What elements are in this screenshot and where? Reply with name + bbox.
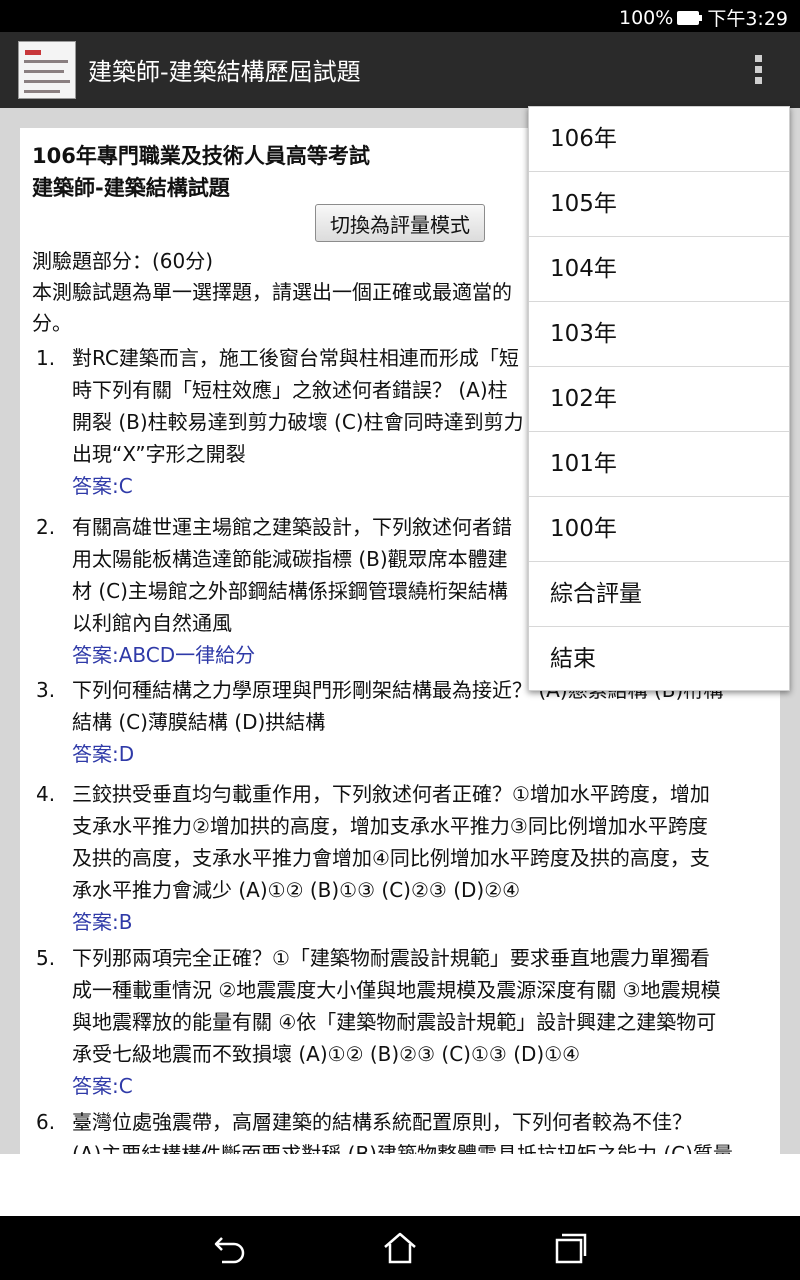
question-body: 三鉸拱受垂直均勻載重作用，下列敘述何者正確？①增加水平跨度，增加 支承水平推力②… (72, 778, 768, 938)
exam-title: 106年專門職業及技術人員高等考試 建築師-建築結構試題 (32, 140, 492, 204)
question-line: 臺灣位處強震帶，高層建築的結構系統配置原則，下列何者較為不佳？ (72, 1110, 692, 1134)
question-line: 成一種載重情況 ②地震震度大小僅與地震規模及震源深度有關 ③地震規模 (72, 978, 721, 1002)
menu-item-106[interactable]: 106年 (529, 107, 789, 172)
question-number: 4. (36, 782, 56, 806)
question-body: 臺灣位處強震帶，高層建築的結構系統配置原則，下列何者較為不佳？ (A)主要結構構… (72, 1106, 768, 1154)
battery-icon (677, 10, 703, 25)
overflow-menu-icon[interactable] (748, 52, 768, 88)
menu-item-102[interactable]: 102年 (529, 367, 789, 432)
question-number: 6. (36, 1110, 56, 1134)
question-number: 5. (36, 946, 56, 970)
recent-apps-icon[interactable] (553, 1230, 589, 1266)
question-line: 及拱的高度，支承水平推力會增加④同比例增加水平跨度及拱的高度，支 (72, 846, 710, 870)
switch-mode-button[interactable]: 切換為評量模式 (315, 204, 485, 242)
menu-item-100[interactable]: 100年 (529, 497, 789, 562)
back-icon[interactable] (212, 1230, 248, 1266)
question-line: 與地震釋放的能量有關 ④依「建築物耐震設計規範」設計興建之建築物可 (72, 1010, 717, 1034)
menu-item-101[interactable]: 101年 (529, 432, 789, 497)
app-logo (18, 41, 76, 99)
answer-text: 答案:D (72, 742, 135, 766)
exam-subtitle-line: 建築師-建築結構試題 (32, 176, 230, 200)
app-bar: 建築師-建築結構歷屆試題 (0, 32, 800, 108)
question-line: 結構 (C)薄膜結構 (D)拱結構 (72, 710, 326, 734)
question-line: 三鉸拱受垂直均勻載重作用，下列敘述何者正確？①增加水平跨度，增加 (72, 782, 710, 806)
question-line: 承受七級地震而不致損壞 (A)①② (B)②③ (C)①③ (D)①④ (72, 1042, 581, 1066)
question-number: 3. (36, 678, 56, 702)
exam-title-line: 106年專門職業及技術人員高等考試 (32, 144, 370, 168)
question-line: 承水平推力會減少 (A)①② (B)①③ (C)②③ (D)②④ (72, 878, 521, 902)
question-line: 支承水平推力②增加拱的高度，增加支承水平推力③同比例增加水平跨度 (72, 814, 708, 838)
app-title: 建築師-建築結構歷屆試題 (88, 58, 361, 86)
question-number: 1. (36, 346, 56, 370)
menu-item-comprehensive-test[interactable]: 綜合評量 (529, 562, 789, 627)
question-line: 下列那兩項完全正確？①「建築物耐震設計規範」要求垂直地震力單獨看 (72, 946, 710, 970)
answer-text: 答案:B (72, 910, 133, 934)
year-dropdown-menu: 106年 105年 104年 103年 102年 101年 100年 綜合評量 … (528, 106, 790, 691)
menu-item-104[interactable]: 104年 (529, 237, 789, 302)
home-icon[interactable] (382, 1230, 418, 1266)
battery-percent: 100% (619, 6, 674, 29)
question-line: (A)主要結構構件斷面要求對稱 (B)建築物整體需具抵抗扭矩之能力 (C)質量 (72, 1142, 733, 1154)
navigation-bar (0, 1216, 800, 1280)
clock: 下午3:29 (707, 8, 788, 30)
answer-text: 答案:C (72, 1074, 133, 1098)
status-indicators: 100% 下午3:29 (619, 4, 788, 31)
bottom-strip (0, 1154, 800, 1216)
menu-item-105[interactable]: 105年 (529, 172, 789, 237)
menu-item-exit[interactable]: 結束 (529, 627, 789, 692)
menu-item-103[interactable]: 103年 (529, 302, 789, 367)
status-bar: 100% 下午3:29 (0, 0, 800, 32)
question-number: 2. (36, 515, 56, 539)
question-body: 下列那兩項完全正確？①「建築物耐震設計規範」要求垂直地震力單獨看 成一種載重情況… (72, 942, 768, 1102)
